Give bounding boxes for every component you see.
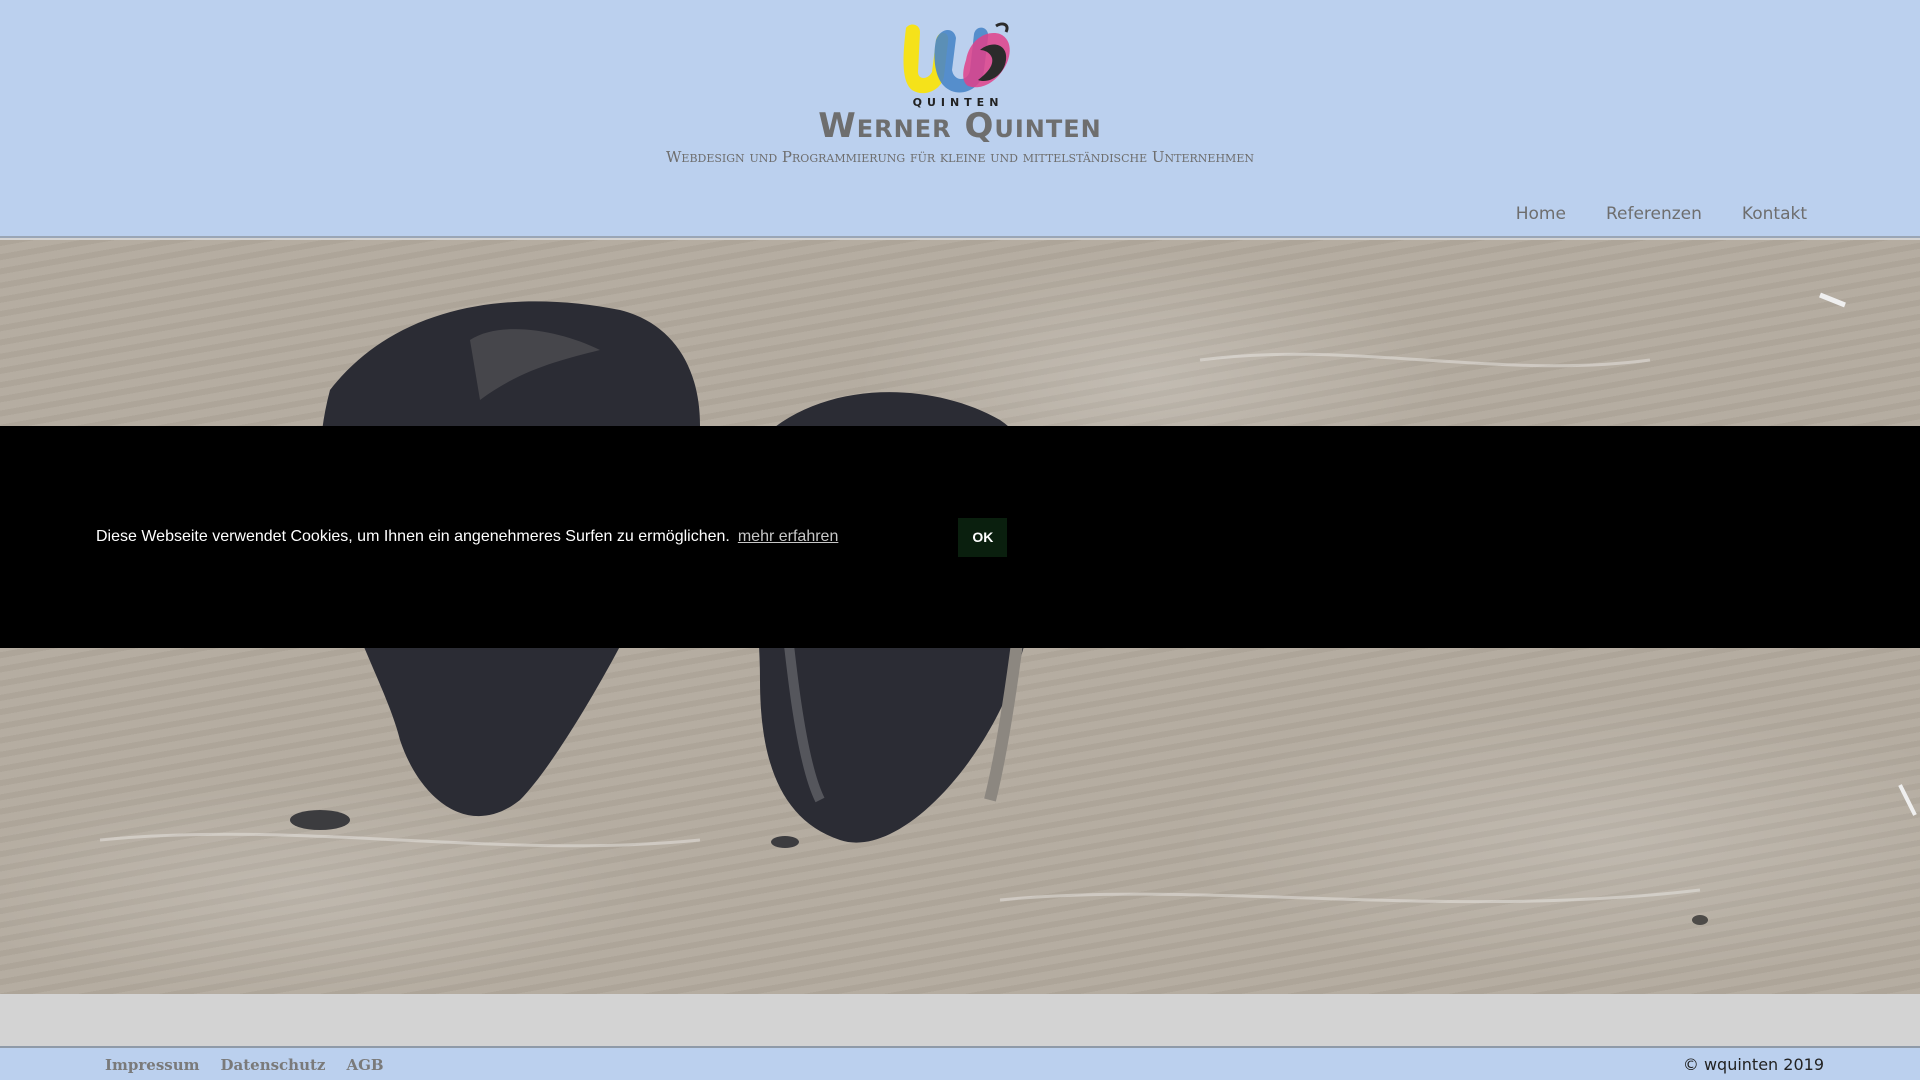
site-header: QUINTEN Werner Quinten Webdesign und Pro… xyxy=(0,0,1920,238)
footer-link-agb[interactable]: AGB xyxy=(346,1056,383,1074)
site-footer: Impressum Datenschutz AGB © wquinten 201… xyxy=(0,1046,1920,1080)
nav-item-home[interactable]: Home xyxy=(1516,204,1566,224)
footer-link-impressum[interactable]: Impressum xyxy=(105,1056,200,1074)
cookie-banner: Diese Webseite verwendet Cookies, um Ihn… xyxy=(0,426,1920,648)
footer-link-datenschutz[interactable]: Datenschutz xyxy=(221,1056,326,1074)
cookie-ok-button[interactable]: OK xyxy=(958,517,1008,557)
nav-item-referenzen[interactable]: Referenzen xyxy=(1606,204,1702,224)
cookie-more-info-link[interactable]: mehr erfahren xyxy=(738,528,839,546)
nav-item-kontakt[interactable]: Kontakt xyxy=(1742,204,1807,224)
footer-links: Impressum Datenschutz AGB xyxy=(105,1056,384,1074)
main-nav: Home Referenzen Kontakt xyxy=(1516,204,1807,224)
footer-spacer xyxy=(0,994,1920,1046)
site-subtitle: Webdesign und Programmierung für kleine … xyxy=(666,148,1254,166)
quinten-logo[interactable]: QUINTEN xyxy=(896,20,1020,110)
site-title: Werner Quinten xyxy=(818,106,1102,146)
copyright-notice: © wquinten 2019 xyxy=(1682,1055,1824,1074)
cookie-message: Diese Webseite verwendet Cookies, um Ihn… xyxy=(96,528,730,545)
